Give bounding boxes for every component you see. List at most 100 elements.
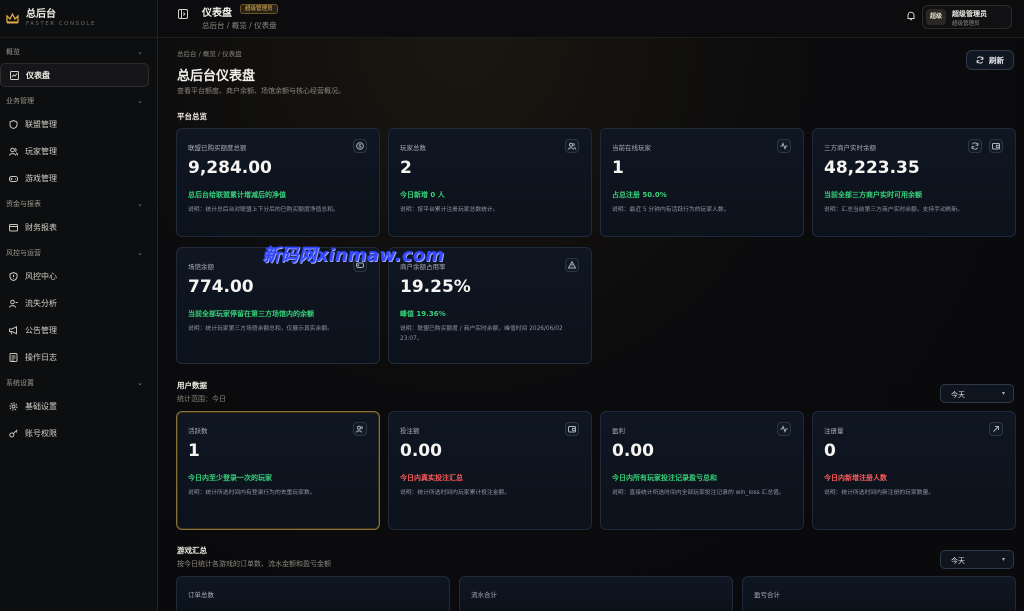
sidebar-toggle-icon[interactable] [178, 9, 188, 19]
sidebar-item-label: 操作日志 [25, 352, 57, 362]
stat-card-online-players: 当前在线玩家 1 占总注册 50.0% 说明：最近 5 分钟内有活跃行为的玩家人… [600, 128, 804, 237]
brand-title: 总后台 [26, 9, 56, 20]
stat-card-active: 活跃数 1 今日内至少登录一次的玩家 说明：统计所选时间内有登录行为的去重玩家数… [176, 411, 380, 530]
section-heading-user-data: 用户数据 [177, 381, 207, 390]
card-highlight: 当前全部三方商户实时可用余额 [824, 191, 922, 199]
nav-group-settings[interactable]: 系统设置 ⌄ [0, 374, 157, 392]
sidebar-item-label: 玩家管理 [25, 146, 57, 156]
chevron-down-icon: ⌄ [137, 200, 143, 208]
card-description: 说明：统计总后台对联盟上下分后的已购买额度净值总和。 [188, 207, 339, 213]
select-value: 今天 [951, 391, 965, 399]
nav-group-label: 风控与运营 [6, 249, 41, 257]
card-highlight: 总后台给联盟累计增减后的净值 [188, 191, 286, 199]
game-summary-range-select[interactable]: 今天 ▾ [940, 550, 1014, 569]
user-data-range-select[interactable]: 今天 ▾ [940, 384, 1014, 403]
card-highlight: 峰值 19.36% [400, 310, 446, 318]
card-value: 1 [612, 158, 624, 178]
nav-group-risk[interactable]: 风控与运营 ⌄ [0, 244, 157, 262]
summary-card-turnover: 流水合计 [459, 576, 733, 611]
nav-group-finance[interactable]: 资金与报表 ⌄ [0, 195, 157, 213]
card-description: 说明：统计玩家第三方场馆余额总和，仅展示真实余额。 [188, 326, 333, 332]
card-value: 0 [824, 441, 836, 461]
sidebar-item-churn[interactable]: 流失分析 [0, 291, 149, 315]
card-highlight: 当前全部玩家停留在第三方场馆内的余额 [188, 310, 314, 318]
chevron-down-icon: ▾ [1001, 556, 1005, 563]
topbar: 仪表盘 超级管理员 总后台 / 概览 / 仪表盘 超级 超级管理员 超级管理员 [158, 0, 1024, 38]
sidebar-item-players[interactable]: 玩家管理 [0, 139, 149, 163]
refresh-icon [976, 56, 984, 64]
stat-card-profit: 盈利 0.00 今日内所有玩家投注记录盈亏总和 说明：直接统计所选时间内全部玩家… [600, 411, 804, 530]
card-description: 说明：统计所选时间内有登录行为的去重玩家数。 [188, 490, 316, 496]
role-badge: 超级管理员 [240, 4, 278, 14]
card-label: 流水合计 [471, 591, 497, 599]
bell-icon[interactable] [906, 11, 916, 21]
card-value: 774.00 [188, 277, 254, 297]
card-label: 注册量 [824, 427, 844, 435]
card-description: 说明：按平台累计注册玩家总数统计。 [400, 207, 499, 213]
card-label: 当前在线玩家 [612, 144, 651, 152]
sidebar-item-operation-log[interactable]: 操作日志 [0, 345, 149, 369]
stat-card-registrations: 注册量 0 今日内新增注册人数 说明：统计所选时间内新注册的玩家数量。 [812, 411, 1016, 530]
log-icon [8, 352, 18, 362]
nav-group-business[interactable]: 业务管理 ⌄ [0, 92, 157, 110]
card-value: 0.00 [612, 441, 654, 461]
sidebar-item-label: 游戏管理 [25, 173, 57, 183]
sidebar-item-announcements[interactable]: 公告管理 [0, 318, 149, 342]
card-description: 说明：联盟已购买额度 / 商户实时余额，峰值时间 2026/06/02 23:0… [400, 326, 563, 342]
sidebar-item-label: 流失分析 [25, 298, 57, 308]
sidebar-item-dashboard[interactable]: 仪表盘 [0, 63, 149, 87]
user-menu[interactable]: 超级 超级管理员 超级管理员 [922, 5, 1012, 29]
card-description: 说明：最近 5 分钟内有活跃行为的玩家人数。 [612, 207, 730, 213]
refresh-button[interactable]: 刷新 [966, 50, 1014, 70]
coin-icon [353, 139, 367, 153]
gamepad-icon [8, 173, 18, 183]
card-label: 三方商户实时余额 [824, 144, 876, 152]
activity-icon [777, 422, 791, 436]
summary-card-orders: 订单总数 [176, 576, 450, 611]
chevron-down-icon: ⌄ [137, 249, 143, 257]
stat-card-total-players: 玩家总数 2 今日新增 0 人 说明：按平台累计注册玩家总数统计。 [388, 128, 592, 237]
sidebar-item-label: 账号权限 [25, 428, 57, 438]
sidebar-item-label: 风控中心 [25, 271, 57, 281]
card-value: 0.00 [400, 441, 442, 461]
nav-group-overview[interactable]: 概览 ⌄ [0, 43, 157, 61]
activity-icon [777, 139, 791, 153]
topbar-breadcrumb: 总后台 / 概览 / 仪表盘 [202, 21, 277, 30]
sidebar-item-risk-center[interactable]: 风控中心 [0, 264, 149, 288]
summary-card-profit-loss: 盈亏合计 [742, 576, 1016, 611]
card-highlight: 今日内所有玩家投注记录盈亏总和 [612, 474, 717, 482]
sidebar: 总后台 FASTER CONSOLE 概览 ⌄ 仪表盘 业务管理 ⌄ 联盟管理 玩家… [0, 0, 158, 611]
chevron-down-icon: ⌄ [137, 379, 143, 387]
card-value: 2 [400, 158, 412, 178]
sidebar-item-label: 仪表盘 [26, 70, 50, 80]
card-value: 48,223.35 [824, 158, 920, 178]
dashboard-icon [9, 70, 19, 80]
card-highlight: 占总注册 50.0% [612, 191, 667, 199]
chevron-down-icon: ⌄ [137, 97, 143, 105]
nav-group-label: 业务管理 [6, 97, 34, 105]
card-label: 联盟已购买额度总额 [188, 144, 247, 152]
user-minus-icon [8, 298, 18, 308]
sidebar-item-alliance[interactable]: 联盟管理 [0, 112, 149, 136]
arrow-up-right-icon [989, 422, 1003, 436]
topbar-title: 仪表盘 [202, 8, 232, 19]
card-value: 19.25% [400, 277, 471, 297]
breadcrumb: 总后台 / 概览 / 仪表盘 [177, 50, 242, 58]
users-icon [565, 139, 579, 153]
sidebar-item-label: 基础设置 [25, 401, 57, 411]
sidebar-item-games[interactable]: 游戏管理 [0, 166, 149, 190]
warning-icon [565, 258, 579, 272]
sidebar-item-finance-report[interactable]: 财务报表 [0, 215, 149, 239]
user-role: 超级管理员 [952, 21, 980, 27]
refresh-icon[interactable] [968, 139, 982, 153]
sidebar-item-account-permissions[interactable]: 账号权限 [0, 421, 149, 445]
section-heading-game-summary: 游戏汇总 [177, 546, 207, 555]
nav-group-label: 资金与报表 [6, 200, 41, 208]
sidebar-item-basic-settings[interactable]: 基础设置 [0, 394, 149, 418]
nav-group-label: 系统设置 [6, 379, 34, 387]
shield-icon [8, 119, 18, 129]
stat-card-bets: 投注额 0.00 今日内真实投注汇总 说明：统计所选时间内玩家累计投注金额。 [388, 411, 592, 530]
nav-group-label: 概览 [6, 48, 20, 56]
user-name: 超级管理员 [952, 10, 987, 18]
brand[interactable]: 总后台 FASTER CONSOLE [0, 0, 157, 38]
